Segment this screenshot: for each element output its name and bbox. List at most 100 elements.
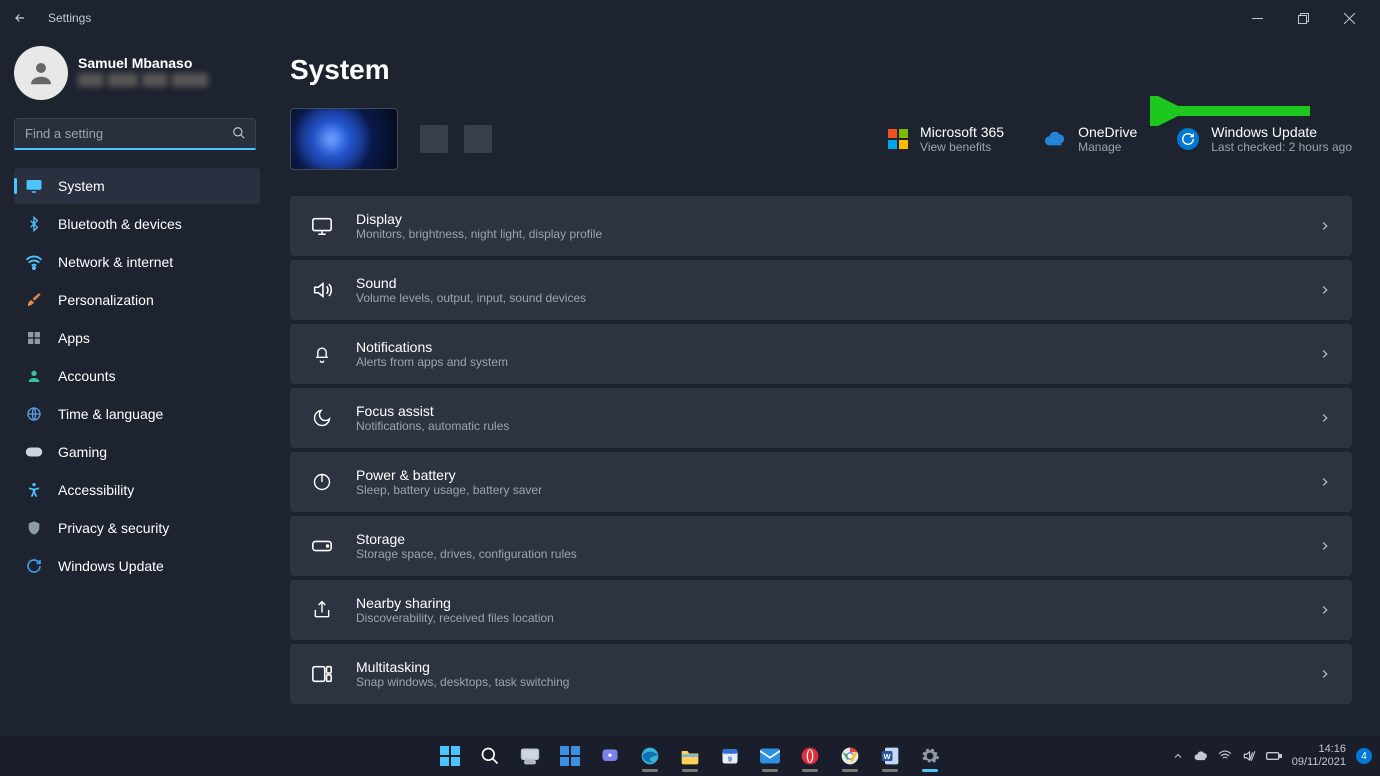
battery-tray-icon[interactable] (1266, 750, 1282, 762)
ms365-sub: View benefits (920, 140, 1004, 154)
sidebar: Samuel Mbanaso SystemBluetooth & devices… (0, 36, 270, 736)
nav-item-bluetooth-devices[interactable]: Bluetooth & devices (14, 206, 260, 242)
nav-item-apps[interactable]: Apps (14, 320, 260, 356)
taskbar-explorer[interactable] (673, 739, 707, 773)
setting-focus-assist[interactable]: Focus assist Notifications, automatic ru… (290, 388, 1352, 448)
storage-icon (310, 534, 334, 558)
setting-sub: Sleep, battery usage, battery saver (356, 483, 1318, 497)
update-icon (24, 556, 44, 576)
nav-item-time-language[interactable]: Time & language (14, 396, 260, 432)
sound-icon (310, 278, 334, 302)
setting-sub: Volume levels, output, input, sound devi… (356, 291, 1318, 305)
nav-item-system[interactable]: System (14, 168, 260, 204)
setting-notifications[interactable]: Notifications Alerts from apps and syste… (290, 324, 1352, 384)
tray-clock[interactable]: 14:16 09/11/2021 (1292, 743, 1346, 768)
taskbar-edge[interactable] (633, 739, 667, 773)
moon-icon (310, 406, 334, 430)
user-name: Samuel Mbanaso (78, 55, 212, 71)
device-rename-group (420, 125, 492, 153)
taskbar-opera[interactable] (793, 739, 827, 773)
setting-display[interactable]: Display Monitors, brightness, night ligh… (290, 196, 1352, 256)
multitask-icon (310, 662, 334, 686)
onedrive-title: OneDrive (1078, 124, 1137, 140)
close-button[interactable] (1326, 2, 1372, 34)
nav-item-accessibility[interactable]: Accessibility (14, 472, 260, 508)
display-icon (310, 214, 334, 238)
search-box[interactable] (14, 118, 256, 150)
onedrive-sub: Manage (1078, 140, 1137, 154)
setting-sub: Monitors, brightness, night light, displ… (356, 227, 1318, 241)
setting-storage[interactable]: Storage Storage space, drives, configura… (290, 516, 1352, 576)
volume-tray-icon[interactable] (1242, 749, 1256, 763)
wifi-tray-icon[interactable] (1218, 749, 1232, 763)
nav-item-windows-update[interactable]: Windows Update (14, 548, 260, 584)
taskbar-settings[interactable] (913, 739, 947, 773)
nav-item-accounts[interactable]: Accounts (14, 358, 260, 394)
search-input[interactable] (14, 118, 256, 150)
setting-title: Focus assist (356, 403, 1318, 419)
hero-ms365[interactable]: Microsoft 365 View benefits (888, 124, 1004, 154)
nav-item-personalization[interactable]: Personalization (14, 282, 260, 318)
nav-item-privacy-security[interactable]: Privacy & security (14, 510, 260, 546)
tray-chevron-up-icon[interactable] (1172, 750, 1184, 762)
apps-icon (24, 328, 44, 348)
system-tray[interactable]: 14:16 09/11/2021 4 (1172, 743, 1372, 768)
device-placeholder (464, 125, 492, 153)
bell-icon (310, 342, 334, 366)
taskbar-calendar[interactable]: 9 (713, 739, 747, 773)
svg-text:W: W (884, 752, 892, 761)
svg-text:9: 9 (728, 754, 732, 763)
chevron-right-icon (1318, 603, 1332, 617)
update-icon (1177, 128, 1199, 150)
window-controls (1234, 2, 1372, 34)
chevron-right-icon (1318, 667, 1332, 681)
titlebar: Settings (0, 0, 1380, 36)
setting-power-battery[interactable]: Power & battery Sleep, battery usage, ba… (290, 452, 1352, 512)
nav-item-gaming[interactable]: Gaming (14, 434, 260, 470)
power-icon (310, 470, 334, 494)
setting-title: Sound (356, 275, 1318, 291)
chevron-right-icon (1318, 411, 1332, 425)
shield-icon (24, 518, 44, 538)
nav-label: Apps (58, 330, 90, 346)
taskbar-chat[interactable] (593, 739, 627, 773)
main-content: System Microsoft 365 View benefits (270, 36, 1380, 736)
nav-label: Gaming (58, 444, 107, 460)
brush-icon (24, 290, 44, 310)
nav-item-network-internet[interactable]: Network & internet (14, 244, 260, 280)
nav-label: Accessibility (58, 482, 134, 498)
setting-nearby-sharing[interactable]: Nearby sharing Discoverability, received… (290, 580, 1352, 640)
taskbar-search[interactable] (473, 739, 507, 773)
taskbar-mail[interactable] (753, 739, 787, 773)
taskbar-word[interactable]: W (873, 739, 907, 773)
desktop-thumbnail[interactable] (290, 108, 398, 170)
search-icon (232, 126, 246, 140)
maximize-button[interactable] (1280, 2, 1326, 34)
taskbar-start[interactable] (433, 739, 467, 773)
setting-title: Display (356, 211, 1318, 227)
taskbar-taskview[interactable] (513, 739, 547, 773)
update-sub: Last checked: 2 hours ago (1211, 140, 1352, 154)
device-placeholder (420, 125, 448, 153)
setting-sound[interactable]: Sound Volume levels, output, input, soun… (290, 260, 1352, 320)
minimize-button[interactable] (1234, 2, 1280, 34)
user-email-redacted (78, 73, 212, 92)
tray-time: 14:16 (1292, 743, 1346, 756)
hero-onedrive[interactable]: OneDrive Manage (1044, 124, 1137, 154)
nav-label: Personalization (58, 292, 154, 308)
user-profile[interactable]: Samuel Mbanaso (14, 46, 260, 100)
onedrive-icon (1044, 128, 1066, 150)
taskbar-chrome[interactable] (833, 739, 867, 773)
hero-windows-update[interactable]: Windows Update Last checked: 2 hours ago (1177, 124, 1352, 154)
gamepad-icon (24, 442, 44, 462)
setting-multitasking[interactable]: Multitasking Snap windows, desktops, tas… (290, 644, 1352, 704)
person-icon (24, 366, 44, 386)
notification-badge[interactable]: 4 (1356, 748, 1372, 764)
chevron-right-icon (1318, 475, 1332, 489)
taskbar-center: 9W (433, 739, 947, 773)
chevron-right-icon (1318, 283, 1332, 297)
onedrive-tray-icon[interactable] (1194, 749, 1208, 763)
back-button[interactable] (8, 6, 32, 30)
taskbar-widgets[interactable] (553, 739, 587, 773)
bluetooth-icon (24, 214, 44, 234)
